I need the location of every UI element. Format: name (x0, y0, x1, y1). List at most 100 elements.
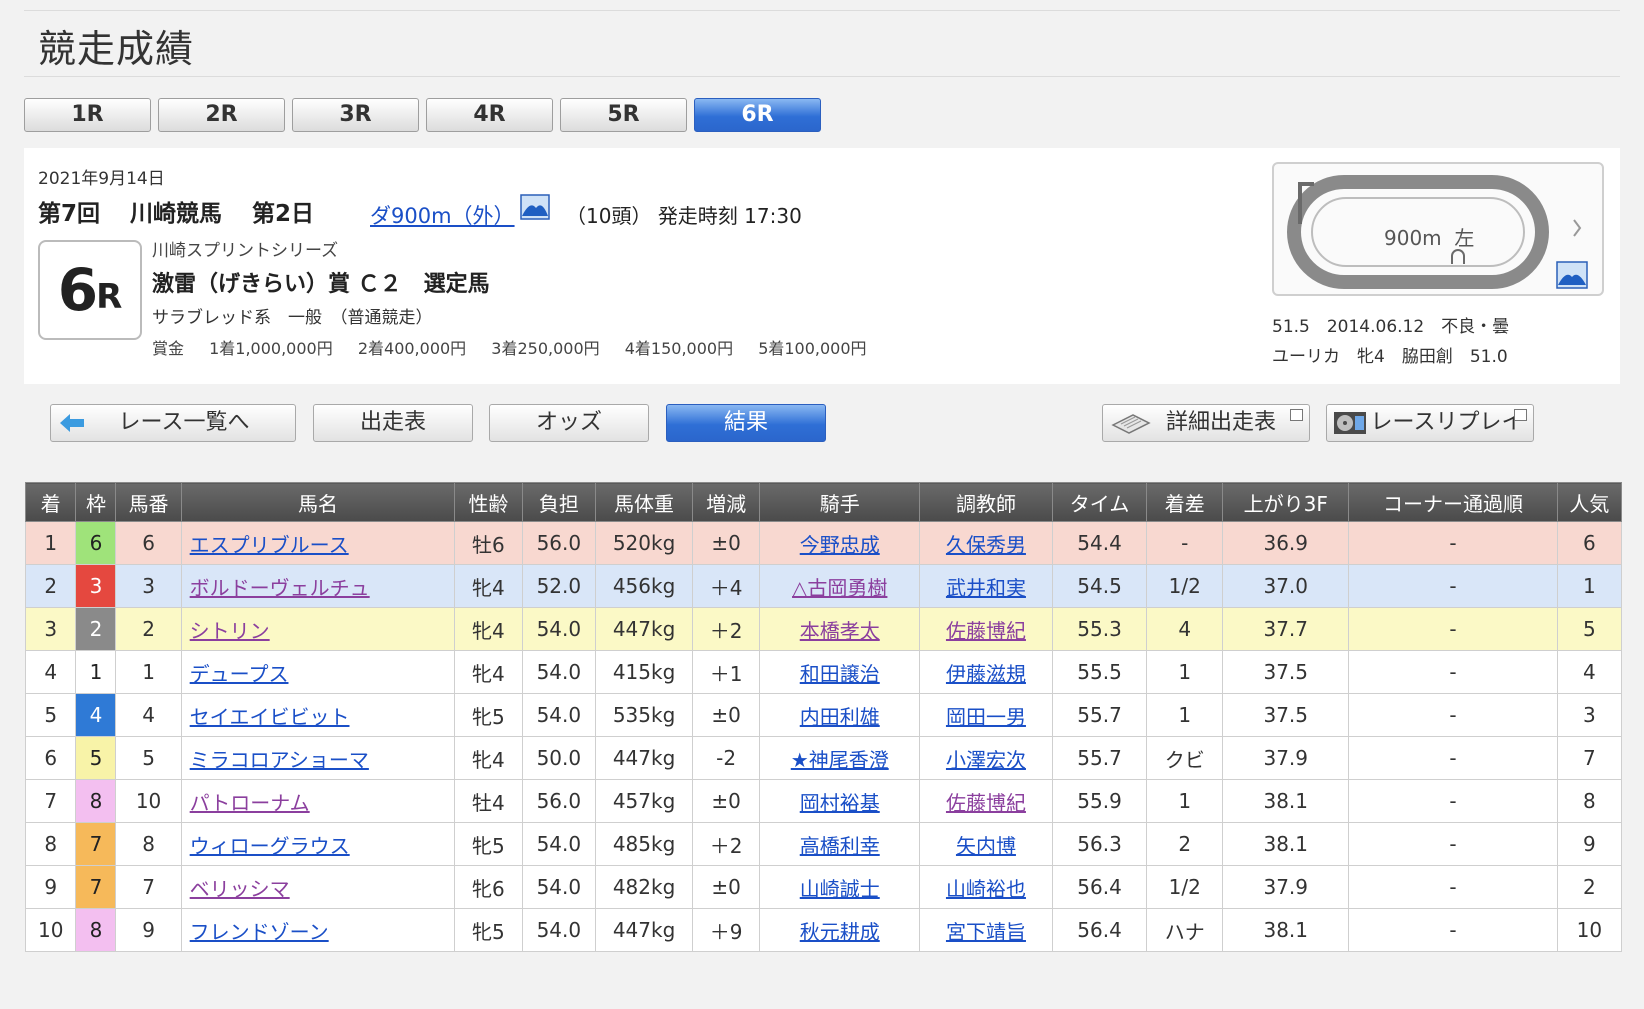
trainer-link[interactable]: 山崎裕也 (946, 877, 1026, 901)
trainer-link[interactable]: 武井和実 (946, 576, 1026, 600)
horse-name-cell: フレンドゾーン (180, 908, 456, 952)
trainer-link[interactable]: 久保秀男 (946, 533, 1026, 557)
prize-3rd: 3着250,000円 (491, 339, 600, 358)
popularity-cell: 10 (1556, 908, 1623, 952)
header-margin: 着差 (1146, 482, 1224, 522)
external-window-icon (1514, 409, 1527, 421)
race-replay-button[interactable]: レースリプレイ (1326, 404, 1534, 442)
trainer-link[interactable]: 佐藤博紀 (946, 619, 1026, 643)
jockey-link[interactable]: 高橋利幸 (800, 834, 880, 858)
position-cell: 1 (24, 521, 77, 565)
jockey-link[interactable]: 内田利雄 (800, 705, 880, 729)
horse-name-link[interactable]: ミラコロアショーマ (190, 748, 369, 772)
tab-6r[interactable]: 6R (694, 98, 821, 132)
last-3f-cell: 36.9 (1222, 521, 1350, 565)
table-row: 8 7 8 ウィローグラウス 牝5 54.0 485kg ＋2 高橋利幸 矢内博 56.3 2 38.1… (24, 822, 1623, 866)
race-tabs: 1R 2R 3R 4R 5R 6R (24, 98, 821, 132)
jockey-cell: 岡村裕基 (759, 779, 921, 823)
course-map[interactable]: 900m 左 (1272, 162, 1604, 296)
waku-cell: 6 (75, 521, 117, 565)
corner-order-cell: - (1348, 865, 1558, 909)
body-weight-cell: 447kg (595, 607, 693, 651)
body-weight-cell: 482kg (595, 865, 693, 909)
tab-2r[interactable]: 2R (158, 98, 285, 132)
jockey-link[interactable]: ★神尾香澄 (791, 748, 889, 772)
header-horse-number: 馬番 (115, 482, 182, 522)
detailed-entries-button[interactable]: 詳細出走表 (1102, 404, 1310, 442)
trainer-cell: 小澤宏次 (919, 736, 1053, 780)
jockey-cell: 和田譲治 (759, 650, 921, 694)
jockey-link[interactable]: 岡村裕基 (800, 791, 880, 815)
jockey-link[interactable]: 山崎誠士 (800, 877, 880, 901)
course-video-icon[interactable] (520, 194, 550, 220)
table-row: 5 4 4 セイエイビビット 牝5 54.0 535kg ±0 内田利雄 岡田一男 55.7 1 37.… (24, 693, 1623, 737)
horse-name-link[interactable]: セイエイビビット (190, 705, 350, 729)
jockey-link[interactable]: 本橋孝太 (800, 619, 880, 643)
table-row: 3 2 2 シトリン 牝4 54.0 447kg ＋2 本橋孝太 佐藤博紀 55.3 4 37.7-5 (24, 607, 1623, 651)
results-body: 1 6 6 エスプリブルース 牡6 56.0 520kg ±0 今野忠成 久保秀男 54.4-36.… (24, 521, 1623, 952)
last-3f-cell: 37.7 (1222, 607, 1350, 651)
back-to-race-list-button[interactable]: レース一覧へ (50, 404, 296, 442)
waku-cell: 5 (75, 736, 117, 780)
sex-age-cell: 牝4 (454, 607, 523, 651)
trainer-link[interactable]: 小澤宏次 (946, 748, 1026, 772)
time-cell: 55.5 (1051, 650, 1148, 694)
sex-age-cell: 牡6 (454, 521, 523, 565)
tab-4r[interactable]: 4R (426, 98, 553, 132)
jockey-link[interactable]: 秋元耕成 (800, 920, 880, 944)
weight-carried-cell: 54.0 (521, 607, 597, 651)
entries-button[interactable]: 出走表 (313, 404, 473, 442)
weight-change-cell: ±0 (691, 521, 761, 565)
horse-number-cell: 8 (115, 822, 182, 866)
results-button[interactable]: 結果 (666, 404, 826, 442)
corner-order-cell: - (1348, 564, 1558, 608)
jockey-link[interactable]: 今野忠成 (800, 533, 880, 557)
odds-button[interactable]: オッズ (489, 404, 649, 442)
body-weight-cell: 415kg (595, 650, 693, 694)
tab-3r[interactable]: 3R (292, 98, 419, 132)
table-row: 6 5 5 ミラコロアショーマ 牝4 50.0 447kg -2 ★神尾香澄 小澤宏次 55.7 クビ… (24, 736, 1623, 780)
horse-name-link[interactable]: ベリッシマ (190, 877, 290, 901)
race-number-badge: 6R (38, 240, 142, 340)
margin-cell: 1/2 (1146, 865, 1224, 909)
horse-name-link[interactable]: シトリン (190, 619, 270, 643)
course-link[interactable]: ダ900m（外） (370, 200, 515, 230)
tab-5r[interactable]: 5R (560, 98, 687, 132)
header-popularity: 人気 (1556, 482, 1623, 522)
position-cell: 2 (24, 564, 77, 608)
jockey-link[interactable]: △古岡勇樹 (792, 576, 887, 600)
position-cell: 6 (24, 736, 77, 780)
table-row: 7 8 10 パトローナム 牡4 56.0 457kg ±0 岡村裕基 佐藤博紀 55.9 1 38.1… (24, 779, 1623, 823)
tab-1r[interactable]: 1R (24, 98, 151, 132)
sex-age-cell: 牝5 (454, 822, 523, 866)
position-cell: 7 (24, 779, 77, 823)
corner-order-cell: - (1348, 779, 1558, 823)
header-last-3f: 上がり3F (1222, 482, 1350, 522)
weight-carried-cell: 54.0 (521, 865, 597, 909)
header-time: タイム (1051, 482, 1148, 522)
horse-number-cell: 2 (115, 607, 182, 651)
corner-order-cell: - (1348, 822, 1558, 866)
trainer-link[interactable]: 佐藤博紀 (946, 791, 1026, 815)
time-cell: 54.5 (1051, 564, 1148, 608)
course-record-line1: 51.5 2014.06.12 不良・曇 (1272, 317, 1510, 337)
trainer-link[interactable]: 岡田一男 (946, 705, 1026, 729)
trainer-link[interactable]: 伊藤滋規 (946, 662, 1026, 686)
weight-carried-cell: 54.0 (521, 650, 597, 694)
position-cell: 4 (24, 650, 77, 694)
race-heads-and-start: （10頭） 発走時刻 17:30 (566, 200, 802, 229)
horse-name-link[interactable]: デュープス (190, 662, 289, 686)
sex-age-cell: 牝5 (454, 693, 523, 737)
horse-name-link[interactable]: ボルドーヴェルチュ (190, 576, 370, 600)
horse-name-link[interactable]: エスプリブルース (190, 533, 349, 557)
weight-carried-cell: 56.0 (521, 779, 597, 823)
trainer-link[interactable]: 宮下靖旨 (946, 920, 1026, 944)
horse-name-link[interactable]: フレンドゾーン (190, 920, 329, 944)
horse-name-link[interactable]: ウィローグラウス (190, 834, 350, 858)
jockey-link[interactable]: 和田譲治 (800, 662, 880, 686)
trainer-link[interactable]: 矢内博 (956, 834, 1016, 858)
position-cell: 5 (24, 693, 77, 737)
jockey-cell: 今野忠成 (759, 521, 921, 565)
weight-carried-cell: 54.0 (521, 822, 597, 866)
horse-name-link[interactable]: パトローナム (190, 791, 310, 815)
